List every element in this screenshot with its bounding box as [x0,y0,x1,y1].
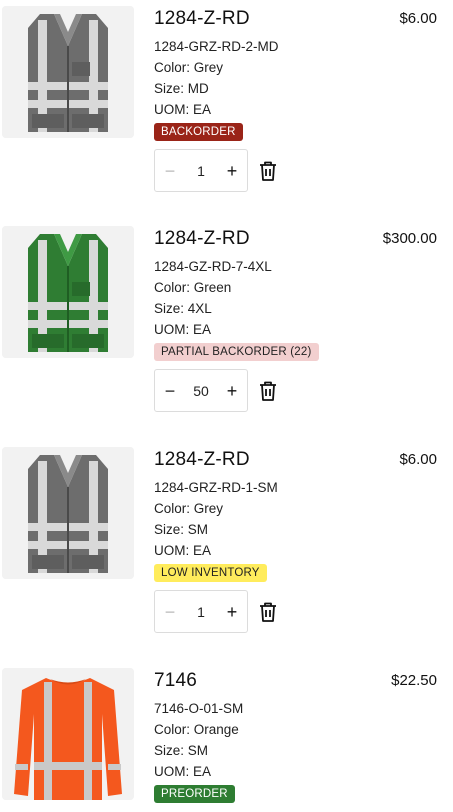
quantity-input[interactable]: 1 [197,163,205,179]
quantity-stepper: − 1 + [154,590,248,633]
status-badge: BACKORDER [154,123,243,141]
product-title[interactable]: 1284-Z-RD [154,228,250,250]
price: $6.00 [399,10,437,27]
grey-vest-image [2,6,134,138]
sku: 1284-GRZ-RD-2-MD [154,39,279,54]
status-badge: LOW INVENTORY [154,564,267,582]
sku: 7146-O-01-SM [154,701,244,716]
uom-attribute: UOM: EA [154,764,212,779]
green-vest-image [2,226,134,358]
decrease-quantity-button[interactable]: − [155,602,185,622]
quantity-input[interactable]: 50 [193,383,209,399]
color-attribute: Color: Orange [154,722,239,737]
product-image[interactable] [2,447,134,579]
product-title[interactable]: 1284-Z-RD [154,8,250,30]
price: $6.00 [399,451,437,468]
uom-attribute: UOM: EA [154,543,212,558]
product-title[interactable]: 7146 [154,670,197,692]
uom-attribute: UOM: EA [154,322,212,337]
color-attribute: Color: Green [154,280,232,295]
trash-icon[interactable] [258,160,278,182]
quantity-stepper: − 50 + [154,369,248,412]
status-badge: PARTIAL BACKORDER (22) [154,343,319,361]
product-image[interactable] [2,6,134,138]
price: $300.00 [382,230,437,247]
size-attribute: Size: 4XL [154,301,212,316]
size-attribute: Size: MD [154,81,209,96]
increase-quantity-button[interactable]: + [217,602,247,622]
sku: 1284-GRZ-RD-1-SM [154,480,278,495]
product-title[interactable]: 1284-Z-RD [154,449,250,471]
uom-attribute: UOM: EA [154,102,212,117]
increase-quantity-button[interactable]: + [217,381,247,401]
product-image[interactable] [2,226,134,358]
quantity-stepper: − 1 + [154,149,248,192]
price: $22.50 [391,672,437,689]
quantity-input[interactable]: 1 [197,604,205,620]
color-attribute: Color: Grey [154,60,224,75]
decrease-quantity-button[interactable]: − [155,381,185,401]
cart-item: 7146 $22.50 7146-O-01-SM Color: Orange S… [0,662,453,812]
sku: 1284-GZ-RD-7-4XL [154,259,272,274]
trash-icon[interactable] [258,601,278,623]
grey-vest-image [2,447,134,579]
size-attribute: Size: SM [154,522,209,537]
cart-item: 1284-Z-RD $300.00 1284-GZ-RD-7-4XL Color… [0,220,453,420]
cart-item: 1284-Z-RD $6.00 1284-GRZ-RD-2-MD Color: … [0,0,453,200]
status-badge: PREORDER [154,785,235,803]
color-attribute: Color: Grey [154,501,224,516]
trash-icon[interactable] [258,380,278,402]
cart-item: 1284-Z-RD $6.00 1284-GRZ-RD-1-SM Color: … [0,441,453,641]
cart-item-list: 1284-Z-RD $6.00 1284-GRZ-RD-2-MD Color: … [0,0,453,812]
decrease-quantity-button[interactable]: − [155,161,185,181]
product-image[interactable] [2,668,134,800]
increase-quantity-button[interactable]: + [217,161,247,181]
orange-shirt-image [2,668,134,800]
size-attribute: Size: SM [154,743,209,758]
